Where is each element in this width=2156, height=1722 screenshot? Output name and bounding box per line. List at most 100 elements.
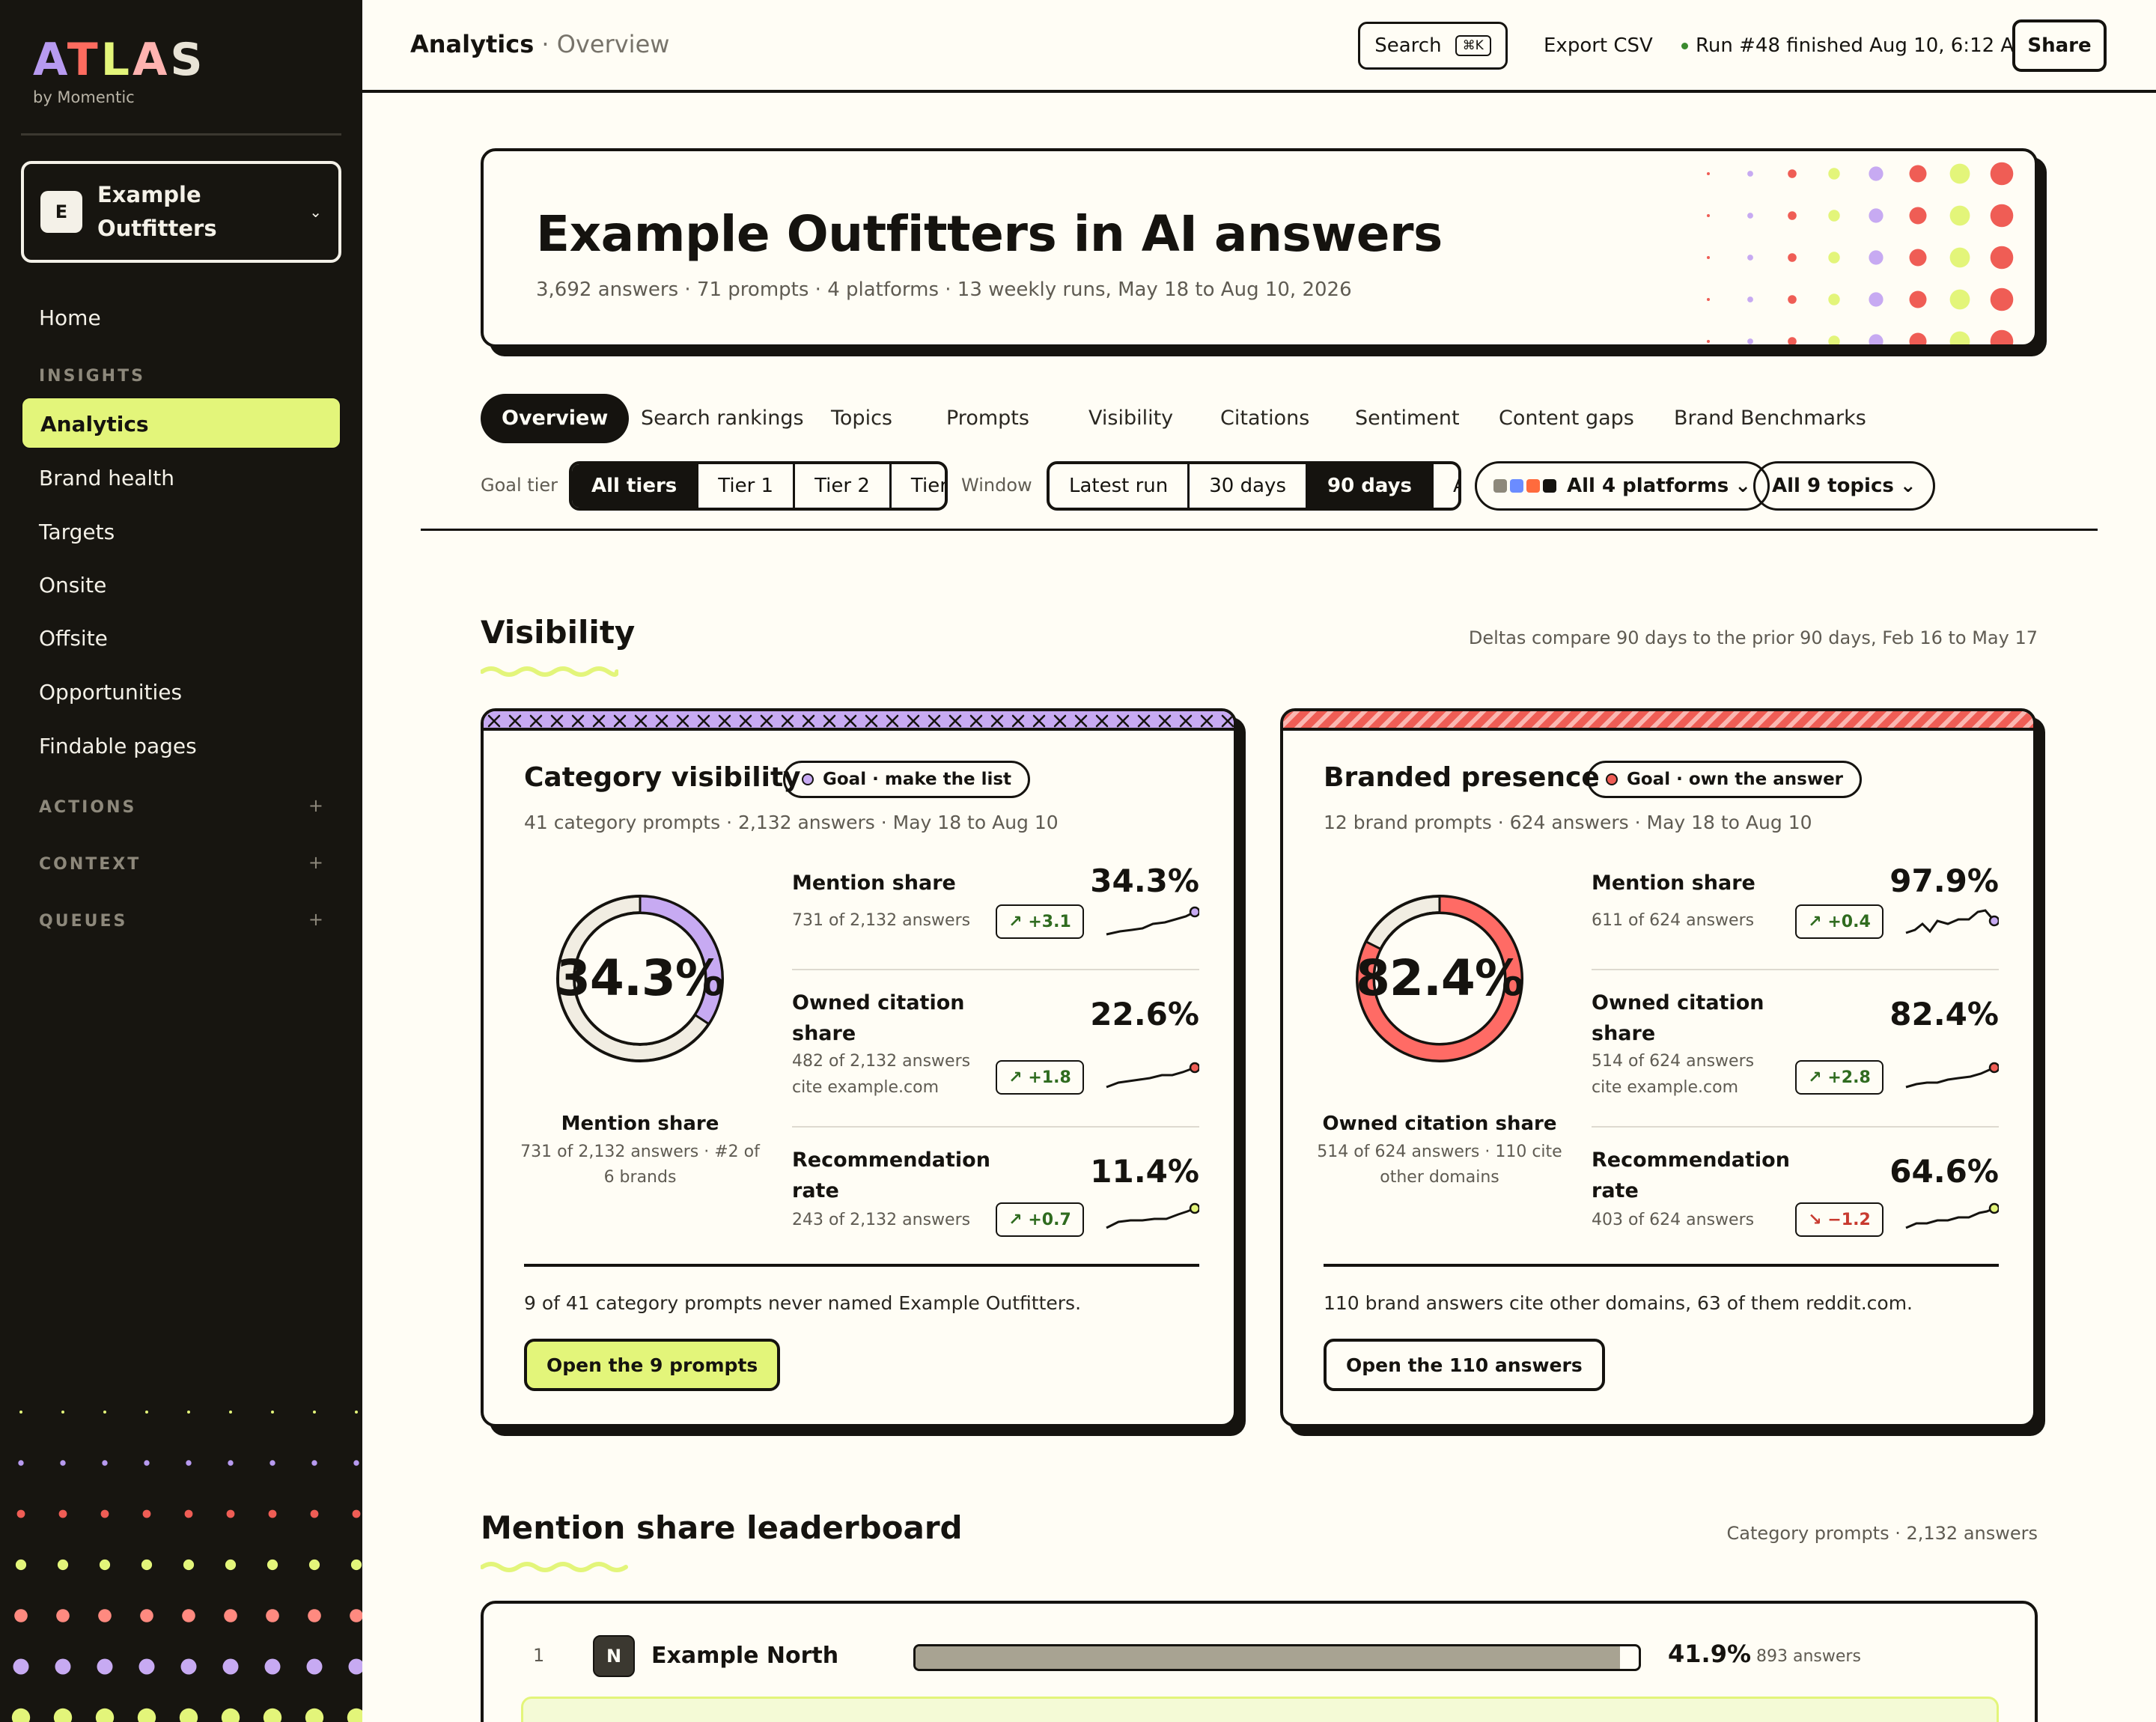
nav-section-context[interactable]: CONTEXT [39, 855, 141, 874]
decorative-dot [55, 1658, 71, 1675]
platforms-dropdown[interactable]: All 4 platforms ⌄ [1475, 461, 1770, 511]
open-answers-button[interactable]: Open the 110 answers [1324, 1339, 1605, 1391]
goal-tier-option[interactable]: Tier 3 [892, 464, 945, 508]
tab-visibility[interactable]: Visibility [1068, 394, 1194, 443]
sidebar-item-opportunities[interactable]: Opportunities [21, 666, 341, 719]
decorative-dot-pattern [11, 1411, 362, 1722]
workspace-switcher[interactable]: E Example Outfitters ⌄ [21, 161, 341, 263]
window-option[interactable]: 90 days [1307, 464, 1434, 508]
cross-mark [676, 714, 689, 728]
decorative-dot [1949, 331, 1970, 344]
sidebar-item-home[interactable]: Home [21, 292, 341, 344]
sparkline-chart [1905, 1202, 1999, 1229]
cross-mark [948, 714, 962, 728]
category-visibility-card: Category visibility Goal · make the list… [481, 708, 1237, 1427]
decorative-dot [141, 1559, 153, 1571]
export-csv-button[interactable]: Export CSV [1544, 34, 1653, 57]
tab-content-gaps[interactable]: Content gaps [1478, 394, 1655, 443]
sidebar-item-offsite[interactable]: Offsite [21, 612, 341, 665]
metric-mention-share: Mention share 34.3% 731 of 2,132 answers… [792, 862, 1199, 996]
sparkline-chart [1905, 1062, 1999, 1089]
metric-owned-citation-share: Owned citation share 82.4% 514 of 624 an… [1592, 988, 1999, 1138]
cross-mark [1200, 714, 1213, 728]
decorative-dot [263, 1708, 282, 1722]
decorative-dot [229, 1411, 232, 1414]
cross-mark [1221, 714, 1234, 728]
nav-section-actions[interactable]: ACTIONS [39, 798, 136, 817]
delta-badge: ↗ +2.8 [1795, 1060, 1884, 1095]
decorative-dot [310, 1509, 319, 1518]
metric-name: Mention share [792, 871, 956, 895]
decorative-dot [226, 1509, 235, 1518]
table-row[interactable] [521, 1697, 1999, 1722]
window-option[interactable]: Latest run [1050, 464, 1190, 508]
metric-description: 611 of 624 answers [1592, 911, 1755, 930]
share-bar-fill [916, 1646, 1621, 1669]
sidebar-item-brand-health[interactable]: Brand health [21, 452, 341, 505]
donut-value: 82.4% [1356, 949, 1524, 1007]
tab-search-rankings[interactable]: Search rankings [620, 394, 825, 443]
decorative-dot [1788, 253, 1797, 262]
tab-brand-benchmarks[interactable]: Brand Benchmarks [1653, 394, 1887, 443]
expand-actions-icon[interactable]: + [308, 795, 323, 816]
tab-overview[interactable]: Overview [481, 394, 630, 443]
decorative-dot [15, 1559, 27, 1571]
topics-dropdown[interactable]: All 9 topics ⌄ [1753, 461, 1935, 511]
search-button[interactable]: Search ⌘K [1358, 22, 1508, 70]
expand-context-icon[interactable]: + [308, 852, 323, 873]
nav-section-queues[interactable]: QUEUES [39, 912, 127, 931]
goal-tier-option[interactable]: All tiers [572, 464, 699, 508]
cross-mark [886, 714, 899, 728]
cross-mark [1179, 714, 1193, 728]
cross-mark [571, 714, 585, 728]
open-prompts-button[interactable]: Open the 9 prompts [524, 1339, 781, 1391]
decorative-dot [1788, 211, 1797, 220]
expand-queues-icon[interactable]: + [308, 909, 323, 930]
delta-badge: ↗ +0.4 [1795, 904, 1884, 939]
decorative-dot [353, 1460, 359, 1466]
decorative-dot [1909, 290, 1927, 308]
cross-mark [592, 714, 606, 728]
decorative-dot [98, 1609, 112, 1622]
cross-mark [613, 714, 627, 728]
window-option[interactable]: 30 days [1190, 464, 1308, 508]
sidebar-item-findable-pages[interactable]: Findable pages [21, 720, 341, 773]
decorative-dot [267, 1559, 278, 1571]
decorative-dot [1788, 169, 1797, 178]
card-subtitle: 41 category prompts · 2,132 answers · Ma… [524, 812, 1059, 833]
breadcrumb-section[interactable]: Analytics [410, 30, 534, 58]
decorative-dot [350, 1559, 362, 1571]
tab-prompts[interactable]: Prompts [925, 394, 1050, 443]
metric-name: Recommendation rate [1592, 1148, 1790, 1202]
decorative-dot [1949, 247, 1970, 268]
decorative-dot [1747, 213, 1753, 219]
goal-tier-option[interactable]: Tier 2 [795, 464, 892, 508]
goal-tier-option[interactable]: Tier 1 [698, 464, 796, 508]
sidebar-item-onsite[interactable]: Onsite [21, 559, 341, 612]
decorative-dot [144, 1460, 150, 1466]
atlas-logo[interactable]: ATLAS [33, 37, 206, 82]
decorative-dot [1707, 214, 1710, 217]
window-option[interactable]: All [1434, 464, 1458, 508]
share-button[interactable]: Share [2012, 19, 2107, 72]
decorative-dot [1828, 293, 1840, 305]
breadcrumb: Analytics · Overview [410, 30, 669, 58]
decorative-dot [228, 1460, 234, 1466]
metric-divider [792, 969, 1199, 970]
decorative-dot [138, 1658, 155, 1675]
decorative-dot [347, 1708, 362, 1722]
decorative-dot [225, 1559, 237, 1571]
decorative-dot [179, 1708, 198, 1722]
chevron-down-icon: ⌄ [309, 203, 322, 221]
tab-topics[interactable]: Topics [810, 394, 913, 443]
sidebar-item-targets[interactable]: Targets [21, 506, 341, 559]
decorative-dot [99, 1559, 111, 1571]
squiggle-underline-icon [481, 666, 618, 677]
tab-citations[interactable]: Citations [1199, 394, 1330, 443]
decorative-dot [1869, 166, 1884, 181]
cross-mark [928, 714, 941, 728]
decorative-dot [97, 1658, 113, 1675]
decorative-dot [56, 1609, 70, 1622]
sidebar-item-analytics[interactable]: Analytics [21, 397, 341, 449]
tab-sentiment[interactable]: Sentiment [1334, 394, 1481, 443]
